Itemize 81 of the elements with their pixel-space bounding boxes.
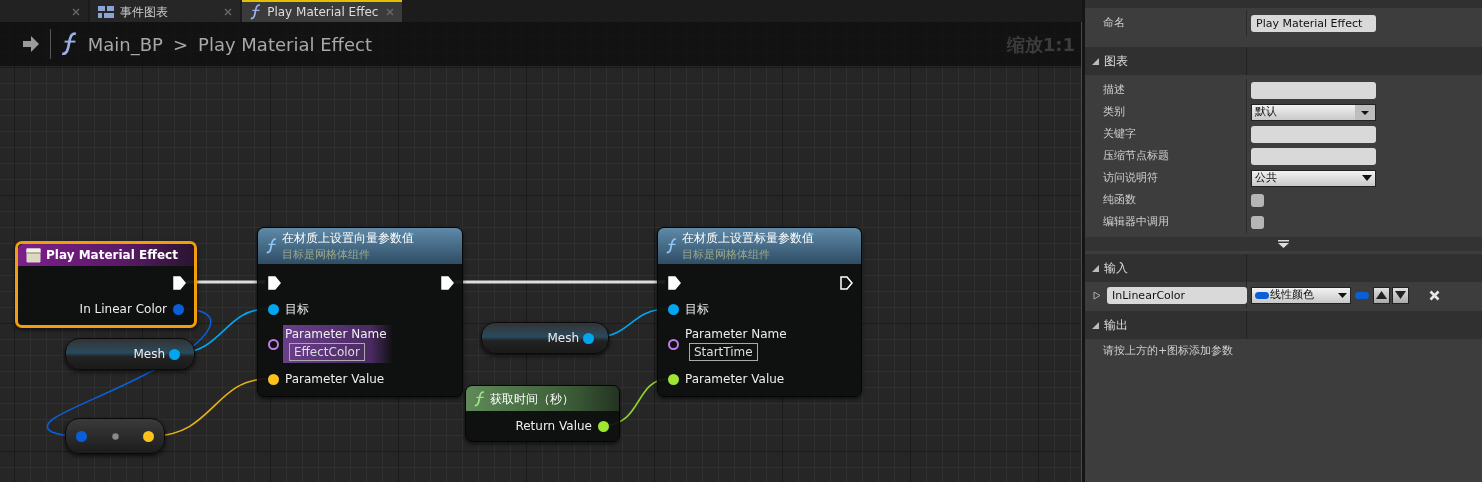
exec-pin[interactable] (441, 276, 454, 290)
exec-pin[interactable] (268, 276, 281, 290)
pin[interactable] (668, 303, 679, 315)
dot-icon (111, 432, 119, 440)
breadcrumb-link[interactable]: Main_BP (87, 30, 163, 58)
exec-pin[interactable] (173, 276, 186, 290)
caret-icon (1355, 104, 1375, 120)
pin-label: Parameter Value (685, 371, 785, 388)
section-title: 输入 (1104, 260, 1128, 277)
property-label: 关键字 (1085, 123, 1247, 145)
function-icon (266, 238, 278, 254)
pin-label: Return Value (515, 418, 592, 435)
editor-tab[interactable]: 事件图表 (90, 0, 240, 22)
node-subtitle: 目标是网格体组件 (682, 246, 772, 263)
checkbox[interactable] (1251, 193, 1264, 207)
pin[interactable] (668, 338, 679, 350)
node-subtitle: 目标是网格体组件 (282, 246, 372, 263)
expand-icon[interactable] (1092, 290, 1101, 300)
node-title: 获取时间（秒） (490, 390, 575, 408)
text-field[interactable] (1251, 147, 1376, 165)
hint-text: 请按上方的+图标添加参数 (1102, 343, 1235, 359)
function-icon (666, 238, 678, 254)
property-label: 访问说明符 (1085, 167, 1247, 189)
pin-label: Parameter Value (285, 371, 385, 388)
text-field[interactable] (1251, 125, 1376, 143)
pin[interactable] (583, 332, 594, 344)
graph-icon (98, 6, 114, 18)
pin-label: 目标 (285, 301, 309, 318)
name-field[interactable]: EffectColor (289, 343, 365, 361)
function-icon (474, 390, 486, 407)
move-down-button[interactable] (1392, 286, 1409, 304)
pin-label: Parameter Name (685, 327, 787, 341)
pill-icon (1255, 291, 1269, 299)
property-label: 描述 (1085, 79, 1247, 101)
checkbox[interactable] (1251, 215, 1264, 229)
arrow-icon[interactable] (22, 35, 40, 53)
expand-arrow-icon[interactable] (1278, 240, 1289, 248)
breadcrumb-separator: > (173, 32, 189, 57)
pin[interactable] (268, 303, 279, 315)
dropdown[interactable]: 公共 (1251, 169, 1376, 187)
exec-pin[interactable] (668, 276, 681, 290)
node-title: 在材质上设置向量参数值 (282, 229, 415, 247)
property-label: 压缩节点标题 (1085, 145, 1247, 167)
dropdown-value: 线性颜色 (1270, 286, 1314, 303)
section-title: 输出 (1104, 317, 1128, 334)
breadcrumb-current: Play Material Effect (198, 32, 372, 57)
text-field[interactable] (1251, 81, 1376, 99)
node-title: Play Material Effect (46, 247, 178, 264)
pin-label: Mesh (547, 330, 579, 347)
param-name-field[interactable]: InLinearColor (1107, 286, 1247, 304)
name-field[interactable]: StartTime (689, 343, 758, 361)
property-label: 类别 (1085, 101, 1247, 123)
collapse-icon[interactable] (1091, 56, 1100, 66)
pin-label: Parameter Name (285, 327, 387, 341)
property-label: 编辑器中调用 (1085, 211, 1247, 233)
struct-icon (26, 247, 41, 263)
dropdown-value: 公共 (1255, 169, 1277, 186)
property-label: 纯函数 (1085, 189, 1247, 211)
move-up-button[interactable] (1373, 286, 1390, 304)
pin-label: Mesh (133, 346, 165, 363)
pin[interactable] (169, 348, 180, 360)
node-title: 在材质上设置标量参数值 (682, 229, 815, 247)
pin-label: In Linear Color (79, 301, 167, 318)
property-label: 命名 (1085, 10, 1247, 36)
pin-label: 目标 (685, 301, 709, 318)
name-field[interactable]: Play Material Effect (1251, 14, 1376, 32)
caret-icon (1362, 175, 1372, 181)
editor-tab[interactable]: Play Material Effec (242, 0, 402, 22)
collapse-icon[interactable] (1091, 320, 1100, 330)
function-icon (61, 32, 78, 56)
pin[interactable] (268, 338, 279, 350)
down-arrow-icon (1395, 291, 1406, 299)
caret-icon (1338, 292, 1347, 298)
section-title: 图表 (1104, 53, 1128, 70)
function-icon (250, 4, 262, 20)
exec-pin[interactable] (840, 276, 853, 290)
up-arrow-icon (1376, 291, 1387, 299)
collapse-icon[interactable] (1091, 263, 1100, 273)
dropdown[interactable]: 默认 (1251, 103, 1376, 121)
dropdown-value: 默认 (1255, 103, 1277, 120)
type-dropdown[interactable]: 线性颜色 (1251, 286, 1351, 304)
